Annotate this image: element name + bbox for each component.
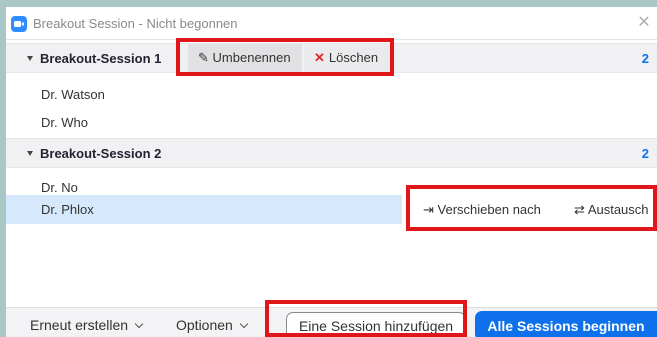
session-count: 2 <box>641 146 649 161</box>
options-label: Optionen <box>176 317 233 333</box>
title-bar: Breakout Session - Nicht begonnen ✕ <box>6 7 657 40</box>
list-item[interactable]: Dr. Who <box>6 108 657 137</box>
session-name: Breakout-Session 1 <box>40 51 162 66</box>
close-icon[interactable]: ✕ <box>634 13 654 33</box>
member-name: Dr. Phlox <box>41 202 94 217</box>
window-title: Breakout Session - Nicht begonnen <box>33 16 238 31</box>
list-item[interactable]: Dr. Watson <box>6 80 657 109</box>
session-count: 2 <box>641 51 649 66</box>
caret-down-icon[interactable] <box>27 151 33 156</box>
member-name: Dr. Who <box>41 115 88 130</box>
member-name: Dr. No <box>41 180 78 195</box>
session-header-2[interactable]: Breakout-Session 2 2 <box>6 138 657 168</box>
member-name: Dr. Watson <box>41 87 105 102</box>
highlight-box <box>406 185 657 231</box>
highlight-box <box>176 38 394 76</box>
list-item-selected[interactable]: Dr. Phlox <box>6 195 402 224</box>
chevron-down-icon <box>239 319 249 329</box>
start-all-sessions-button[interactable]: Alle Sessions beginnen <box>475 311 657 337</box>
recreate-dropdown[interactable]: Erneut erstellen <box>30 317 144 333</box>
highlight-box <box>265 300 467 337</box>
chevron-down-icon <box>134 319 144 329</box>
options-dropdown[interactable]: Optionen <box>176 317 249 333</box>
session-name: Breakout-Session 2 <box>40 146 162 161</box>
caret-down-icon[interactable] <box>27 56 33 61</box>
recreate-label: Erneut erstellen <box>30 317 129 333</box>
zoom-app-icon <box>11 16 27 32</box>
